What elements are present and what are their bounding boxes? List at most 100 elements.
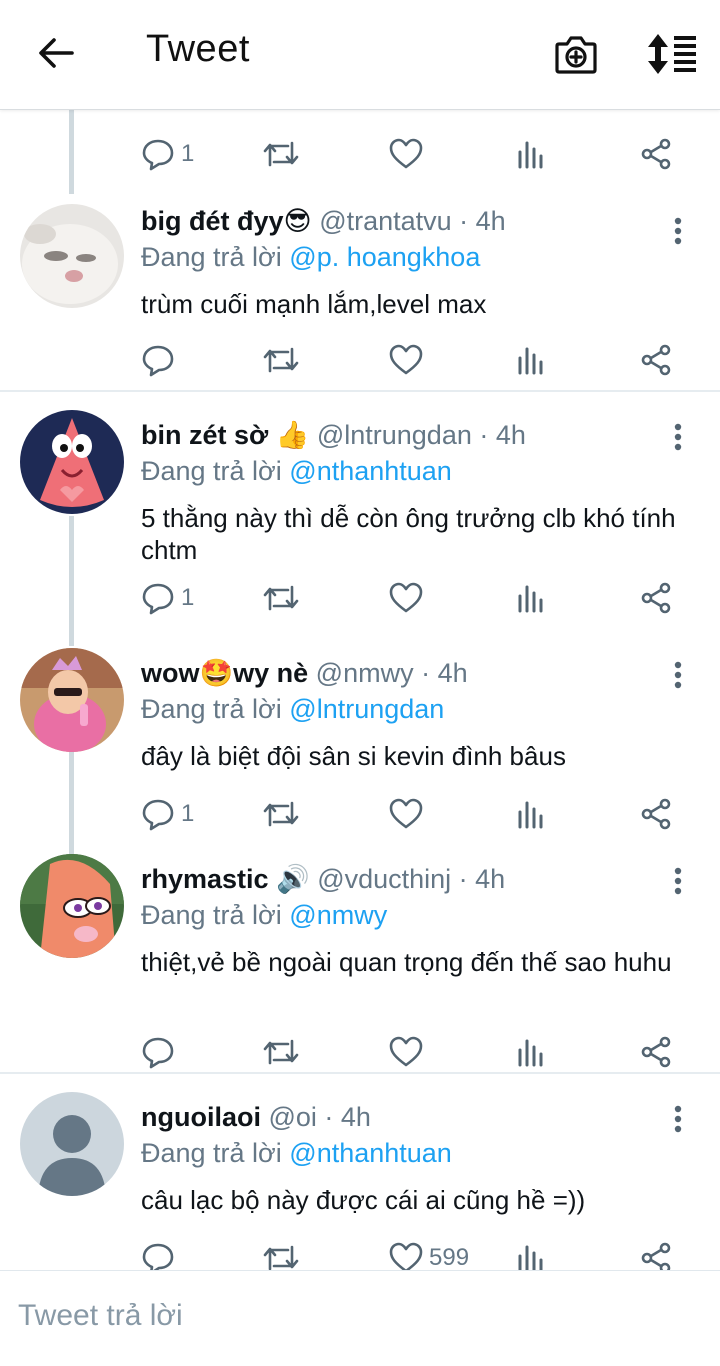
display-name[interactable]: bin zét sờ 👍 [141, 420, 309, 450]
mention-link[interactable]: @nthanhtuan [289, 456, 452, 486]
more-vertical-icon[interactable] [668, 216, 688, 246]
share-button[interactable] [640, 1032, 672, 1072]
tweet-actions: 599 [0, 1238, 720, 1270]
reply-button[interactable]: 1 [141, 578, 194, 618]
reply-button[interactable] [141, 1238, 181, 1270]
top-app-bar: Tweet [0, 0, 720, 110]
retweet-button[interactable] [263, 578, 299, 618]
avatar[interactable] [20, 1092, 124, 1196]
tweet-meta: wow🤩wy nè @nmwy · 4h [141, 656, 468, 690]
tweet-text: đây là biệt đội sân si kevin đình bâus [141, 741, 566, 771]
share-button[interactable] [640, 794, 672, 834]
tweet-meta: bin zét sờ 👍 @lntrungdan · 4h [141, 418, 526, 452]
analytics-button[interactable] [517, 578, 545, 618]
tweet-item[interactable]: bin zét sờ 👍 @lntrungdan · 4h Đang trả l… [0, 400, 720, 640]
divider [0, 390, 720, 392]
handle-time: @nmwy · 4h [315, 658, 468, 688]
like-icon [389, 1242, 423, 1270]
retweet-icon [263, 801, 299, 827]
avatar[interactable] [20, 410, 124, 514]
tweet-item[interactable]: nguoilaoi @oi · 4h Đang trả lời @nthanht… [0, 1082, 720, 1270]
sort-icon[interactable] [646, 34, 698, 74]
like-count: 599 [429, 1244, 470, 1270]
retweet-icon [263, 141, 299, 167]
replying-to-label: Đang trả lời [141, 900, 282, 930]
page-title: Tweet [146, 28, 250, 70]
analytics-button[interactable] [517, 1032, 545, 1072]
mention-link[interactable]: @nmwy [289, 900, 387, 930]
mention-link[interactable]: @nthanhtuan [289, 1138, 452, 1168]
retweet-button[interactable] [263, 340, 299, 380]
reply-icon [142, 139, 174, 171]
tweet-text: 5 thằng này thì dễ còn ông trưởng clb kh… [141, 503, 676, 565]
tweet-actions [0, 1032, 720, 1072]
share-button[interactable] [640, 134, 672, 174]
share-button[interactable] [640, 578, 672, 618]
retweet-button[interactable] [263, 794, 299, 834]
like-button[interactable] [389, 1032, 429, 1072]
share-button[interactable] [640, 1238, 672, 1270]
analytics-icon [518, 585, 543, 613]
retweet-icon [263, 1039, 299, 1065]
display-name[interactable]: nguoilaoi [141, 1102, 261, 1132]
tweet-item[interactable]: rhymastic 🔊 @vducthinj · 4h Đang trả lời… [0, 844, 720, 1074]
mention-link[interactable]: @lntrungdan [289, 694, 444, 724]
like-button[interactable] [389, 578, 429, 618]
analytics-icon [518, 1039, 543, 1067]
reply-button[interactable] [141, 340, 181, 380]
handle-time: @lntrungdan · 4h [316, 420, 526, 450]
share-icon [641, 344, 671, 376]
analytics-button[interactable] [517, 794, 545, 834]
analytics-button[interactable] [517, 134, 545, 174]
more-vertical-icon[interactable] [668, 660, 688, 690]
analytics-icon [518, 1245, 543, 1270]
analytics-button[interactable] [517, 340, 545, 380]
display-name[interactable]: rhymastic 🔊 [141, 864, 310, 894]
reply-count: 1 [181, 584, 195, 611]
handle-time: @vducthinj · 4h [317, 864, 506, 894]
tweet-item[interactable]: big đét đyy😎 @trantatvu · 4h Đang trả lờ… [0, 194, 720, 390]
reply-icon [142, 1243, 174, 1270]
reply-icon [142, 583, 174, 615]
reply-button[interactable]: 1 [141, 134, 194, 174]
like-icon [389, 138, 423, 169]
reply-input[interactable]: Tweet trả lời [18, 1299, 183, 1333]
analytics-button[interactable] [517, 1238, 545, 1270]
more-vertical-icon[interactable] [668, 422, 688, 452]
like-button[interactable] [389, 340, 429, 380]
display-name[interactable]: wow🤩wy nè [141, 658, 308, 688]
tweet-meta: rhymastic 🔊 @vducthinj · 4h [141, 862, 505, 896]
retweet-button[interactable] [263, 1032, 299, 1072]
retweet-icon [263, 1245, 299, 1270]
tweet-actions [0, 340, 720, 380]
reply-button[interactable] [141, 1032, 181, 1072]
reply-count: 1 [181, 140, 195, 167]
back-arrow-icon[interactable] [36, 33, 76, 73]
reply-button[interactable]: 1 [141, 794, 194, 834]
reply-compose-bar[interactable]: Tweet trả lời [0, 1270, 720, 1366]
tweet-item[interactable]: wow🤩wy nè @nmwy · 4h Đang trả lời @lntru… [0, 638, 720, 844]
replying-to: Đang trả lời @nthanhtuan [141, 1136, 452, 1170]
replying-to-label: Đang trả lời [141, 456, 282, 486]
replying-to: Đang trả lời @nthanhtuan [141, 454, 452, 488]
display-name[interactable]: big đét đyy😎 [141, 206, 312, 236]
like-button[interactable] [389, 134, 429, 174]
share-icon [641, 1036, 671, 1068]
retweet-button[interactable] [263, 1238, 299, 1270]
share-button[interactable] [640, 340, 672, 380]
avatar[interactable] [20, 648, 124, 752]
tweet-item[interactable]: 1 [0, 110, 720, 190]
mention-link[interactable]: @p. hoangkhoa [289, 242, 480, 272]
camera-add-icon[interactable] [554, 34, 598, 76]
like-button[interactable]: 599 [389, 1238, 469, 1270]
like-button[interactable] [389, 794, 429, 834]
retweet-button[interactable] [263, 134, 299, 174]
share-icon [641, 798, 671, 830]
avatar[interactable] [20, 854, 124, 958]
avatar[interactable] [20, 204, 124, 308]
divider [0, 1072, 720, 1074]
more-vertical-icon[interactable] [668, 1104, 688, 1134]
share-icon [641, 582, 671, 614]
tweet-actions: 1 [0, 578, 720, 618]
more-vertical-icon[interactable] [668, 866, 688, 896]
